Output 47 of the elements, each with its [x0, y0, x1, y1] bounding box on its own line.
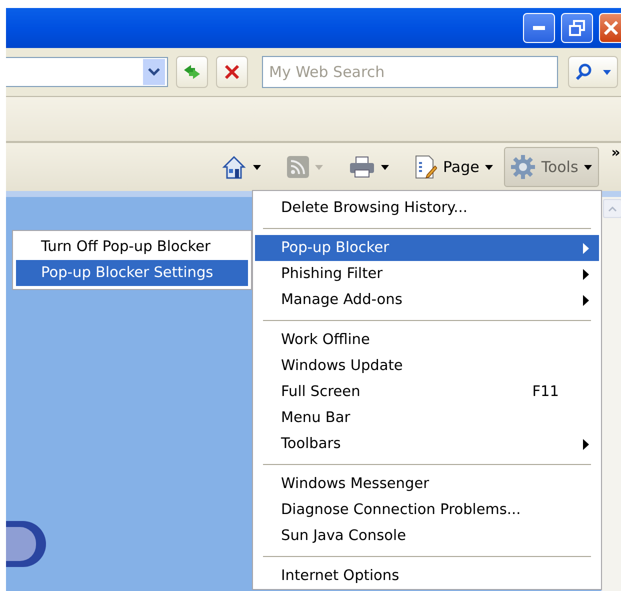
search-button[interactable]	[568, 56, 618, 88]
close-icon	[604, 21, 618, 35]
menu-item[interactable]: Toolbars	[255, 431, 599, 457]
dropdown-caret-icon	[485, 164, 494, 170]
menu-item[interactable]: Turn Off Pop-up Blocker	[16, 234, 248, 260]
dropdown-caret-icon	[381, 164, 389, 170]
stop-button[interactable]	[216, 56, 248, 88]
dropdown-caret-icon	[584, 164, 592, 170]
minimize-icon	[533, 26, 545, 30]
menu-item[interactable]: Windows Messenger	[255, 471, 599, 497]
dropdown-caret-icon	[253, 164, 261, 170]
page-icon	[415, 155, 437, 179]
menu-item[interactable]: Menu Bar	[255, 405, 599, 431]
menu-item[interactable]: Delete Browsing History...	[255, 195, 599, 221]
printer-icon	[349, 156, 375, 178]
close-button[interactable]	[599, 13, 621, 43]
page-shape-drawing	[6, 521, 46, 567]
minimize-button[interactable]	[523, 13, 555, 43]
menu-item[interactable]: Internet Options	[255, 563, 599, 589]
chevron-up-icon	[608, 206, 617, 212]
shortcut-label: F11	[532, 384, 559, 400]
menu-item[interactable]: Pop-up Blocker	[255, 235, 599, 261]
restore-icon	[569, 20, 585, 36]
restore-button[interactable]	[561, 13, 593, 43]
refresh-button[interactable]	[176, 56, 208, 88]
feed-icon	[287, 156, 309, 178]
more-chevron[interactable]: »	[611, 145, 620, 161]
menu-item[interactable]: Diagnose Connection Problems...	[255, 497, 599, 523]
gear-icon	[511, 155, 536, 179]
menu-item[interactable]: Work Offline	[255, 327, 599, 353]
page-button[interactable]: Page	[408, 147, 500, 187]
tools-button[interactable]: Tools	[504, 147, 600, 187]
dropdown-caret-icon	[603, 70, 611, 74]
menu-item[interactable]: Pop-up Blocker Settings	[16, 260, 248, 286]
menu-item[interactable]: Phishing Filter	[255, 261, 599, 287]
menu-item[interactable]: Manage Add-ons	[255, 287, 599, 313]
dropdown-caret-icon	[315, 164, 323, 170]
x-mark-icon	[224, 64, 240, 80]
menu-item[interactable]: Full Screen F11	[255, 379, 599, 405]
menu-item[interactable]: Windows Update	[255, 353, 599, 379]
address-dropdown-button[interactable]	[143, 59, 165, 85]
chevron-down-icon	[148, 68, 160, 76]
search-icon	[575, 63, 593, 81]
house-icon	[221, 154, 247, 180]
search-field[interactable]: My Web Search	[262, 56, 558, 88]
address-field[interactable]	[6, 57, 168, 87]
menu-item[interactable]: Sun Java Console	[255, 523, 599, 549]
